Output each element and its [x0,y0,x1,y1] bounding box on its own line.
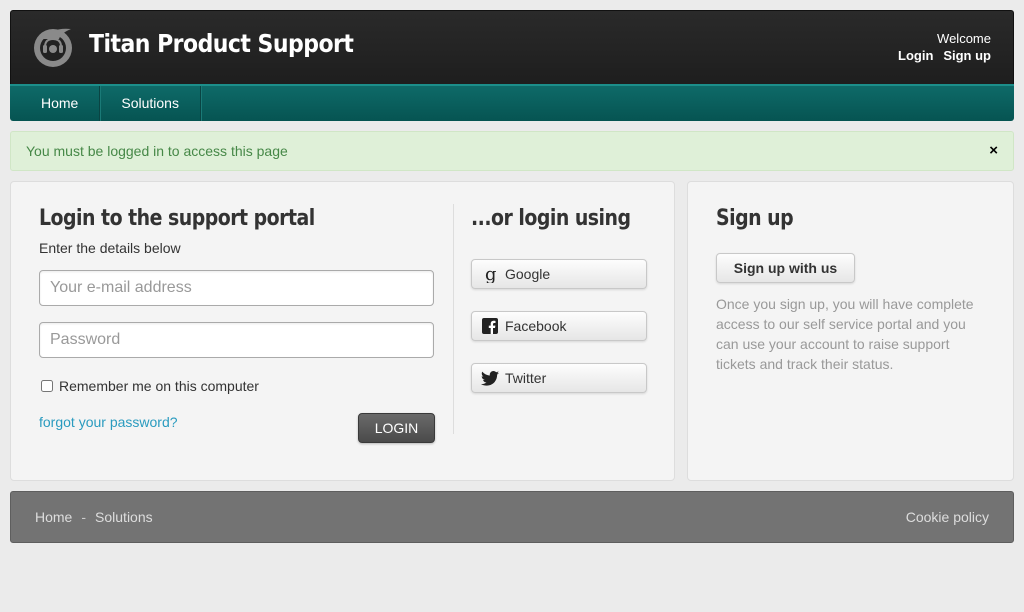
nav-item-solutions[interactable]: Solutions [100,86,201,121]
header-signup-link[interactable]: Sign up [943,48,991,63]
social-login-title: ...or login using [471,206,631,231]
header-login-link[interactable]: Login [898,48,933,63]
google-login-button[interactable]: g Google [471,259,647,289]
nav-item-home[interactable]: Home [10,86,101,121]
site-header: Titan Product Support Welcome Login Sign… [10,10,1014,84]
site-title: Titan Product Support [89,29,354,58]
close-icon[interactable]: × [989,132,998,170]
footer-link-home[interactable]: Home [35,509,72,525]
remember-me[interactable]: Remember me on this computer [41,378,259,394]
password-input[interactable] [39,322,434,358]
login-button[interactable]: LOGIN [358,413,435,443]
footer-separator: - [81,509,87,525]
panel-divider [453,204,454,434]
login-title: Login to the support portal [39,206,315,231]
main-nav: Home Solutions [10,84,1014,121]
signup-description: Once you sign up, you will have complete… [716,296,974,372]
signup-panel: Sign up Sign up with us Once you sign up… [687,181,1014,481]
footer-links: Home - Solutions [35,492,153,542]
svg-text:g: g [485,265,497,283]
facebook-icon [481,317,499,335]
twitter-label: Twitter [505,370,547,386]
cookie-policy-link[interactable]: Cookie policy [906,492,989,542]
twitter-login-button[interactable]: Twitter [471,363,647,393]
google-label: Google [505,266,551,282]
welcome-text: Welcome [937,31,991,46]
facebook-label: Facebook [505,318,567,334]
forgot-password-link[interactable]: forgot your password? [39,414,178,430]
footer-link-solutions[interactable]: Solutions [95,509,153,525]
login-panel: Login to the support portal Enter the de… [10,181,675,481]
signup-button[interactable]: Sign up with us [716,253,855,283]
alert-message: You must be logged in to access this pag… [26,143,288,159]
titan-logo-icon [34,28,72,67]
google-icon: g [481,265,499,283]
login-subtitle: Enter the details below [39,240,181,256]
remember-me-checkbox[interactable] [41,380,53,392]
remember-me-label: Remember me on this computer [59,378,259,394]
login-required-alert: You must be logged in to access this pag… [10,131,1014,171]
site-footer: Home - Solutions Cookie policy [10,491,1014,543]
twitter-icon [481,369,499,387]
user-links: Login Sign up [892,47,991,63]
facebook-login-button[interactable]: Facebook [471,311,647,341]
signup-title: Sign up [716,206,794,231]
email-input[interactable] [39,270,434,306]
